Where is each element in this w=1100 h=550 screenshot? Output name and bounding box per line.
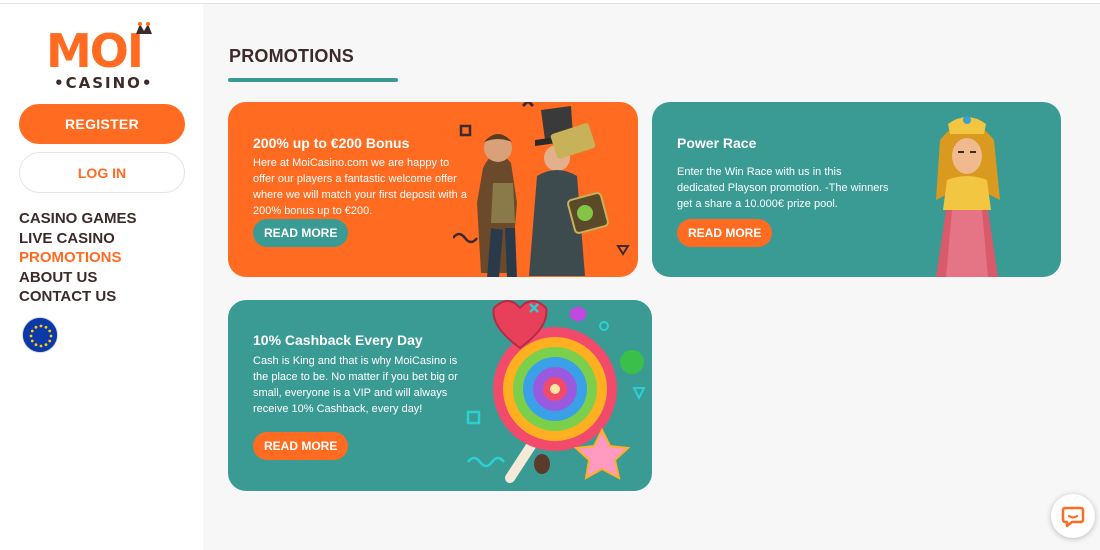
cleopatra-character-illustration <box>936 116 1000 277</box>
promo-description: Cash is King and that is why MoiCasino i… <box>253 355 458 415</box>
read-more-button[interactable]: READ MORE <box>253 219 349 247</box>
logo-wordmark: MOI <box>46 24 144 78</box>
jester-hat-icon <box>136 22 152 34</box>
title-underline <box>228 78 398 82</box>
nav-item-casino-games[interactable]: CASINO GAMES <box>19 209 137 229</box>
chat-bubble-icon <box>1061 506 1085 528</box>
promo-card-power-race: Power Race Enter the Win Race with us in… <box>652 102 1061 277</box>
read-more-button[interactable]: READ MORE <box>677 219 773 247</box>
main-nav: CASINO GAMES LIVE CASINO PROMOTIONS ABOU… <box>19 209 137 307</box>
register-button[interactable]: REGISTER <box>19 104 185 144</box>
nav-item-promotions[interactable]: PROMOTIONS <box>19 248 137 268</box>
moi-casino-logo[interactable]: MOI •CASINO• <box>46 22 156 96</box>
promo-description: Enter the Win Race with us in this dedic… <box>677 166 889 210</box>
promo-description: Here at MoiCasino.com we are happy to of… <box>253 157 467 217</box>
nav-item-live-casino[interactable]: LIVE CASINO <box>19 229 137 249</box>
promo-title: 10% Cashback Every Day <box>253 332 423 348</box>
nav-item-contact-us[interactable]: CONTACT US <box>19 287 137 307</box>
promo-card-cashback: 10% Cashback Every Day Cash is King and … <box>228 300 652 491</box>
promo-card-welcome-bonus: 200% up to €200 Bonus Here at MoiCasino.… <box>228 102 638 277</box>
adventurer-characters-illustration <box>453 102 630 277</box>
nav-item-about-us[interactable]: ABOUT US <box>19 268 137 288</box>
page-title: PROMOTIONS <box>229 46 355 66</box>
login-button[interactable]: LOG IN <box>19 152 185 193</box>
lollipop-candy-illustration <box>466 300 646 483</box>
promo-title: Power Race <box>677 135 757 151</box>
logo-subtitle: •CASINO• <box>54 74 154 92</box>
read-more-button[interactable]: READ MORE <box>253 432 349 460</box>
chat-button[interactable] <box>1051 494 1095 538</box>
sidebar: MOI •CASINO• REGISTER LOG IN CASINO GAME… <box>0 4 203 550</box>
promo-title: 200% up to €200 Bonus <box>253 135 410 151</box>
eu-flag-icon[interactable] <box>22 317 58 353</box>
